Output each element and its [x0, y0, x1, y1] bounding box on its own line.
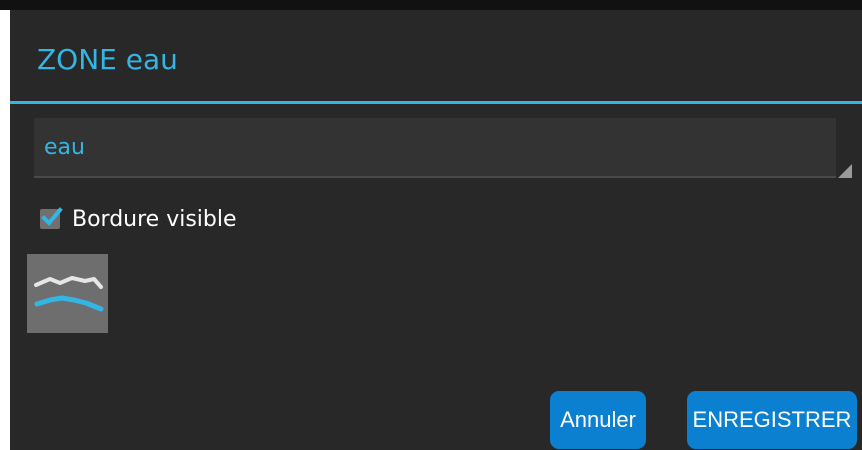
cancel-button[interactable]: Annuler: [550, 391, 646, 449]
zone-dialog: ZONE eau Bordure visible Annuler ENREGIS…: [10, 10, 862, 450]
screen: ZONE eau Bordure visible Annuler ENREGIS…: [0, 0, 862, 450]
background-strip: [0, 0, 862, 10]
checkbox-checked-icon[interactable]: [40, 207, 63, 229]
checkbox-label: Bordure visible: [72, 206, 237, 232]
zone-name-input[interactable]: [34, 118, 836, 178]
title-divider: [10, 101, 862, 104]
border-visible-checkbox[interactable]: Bordure visible: [38, 202, 237, 236]
water-waves-icon: [27, 254, 108, 333]
resize-corner-icon: [838, 164, 852, 178]
save-button[interactable]: ENREGISTRER: [687, 391, 857, 449]
dialog-title: ZONE eau: [37, 43, 178, 76]
